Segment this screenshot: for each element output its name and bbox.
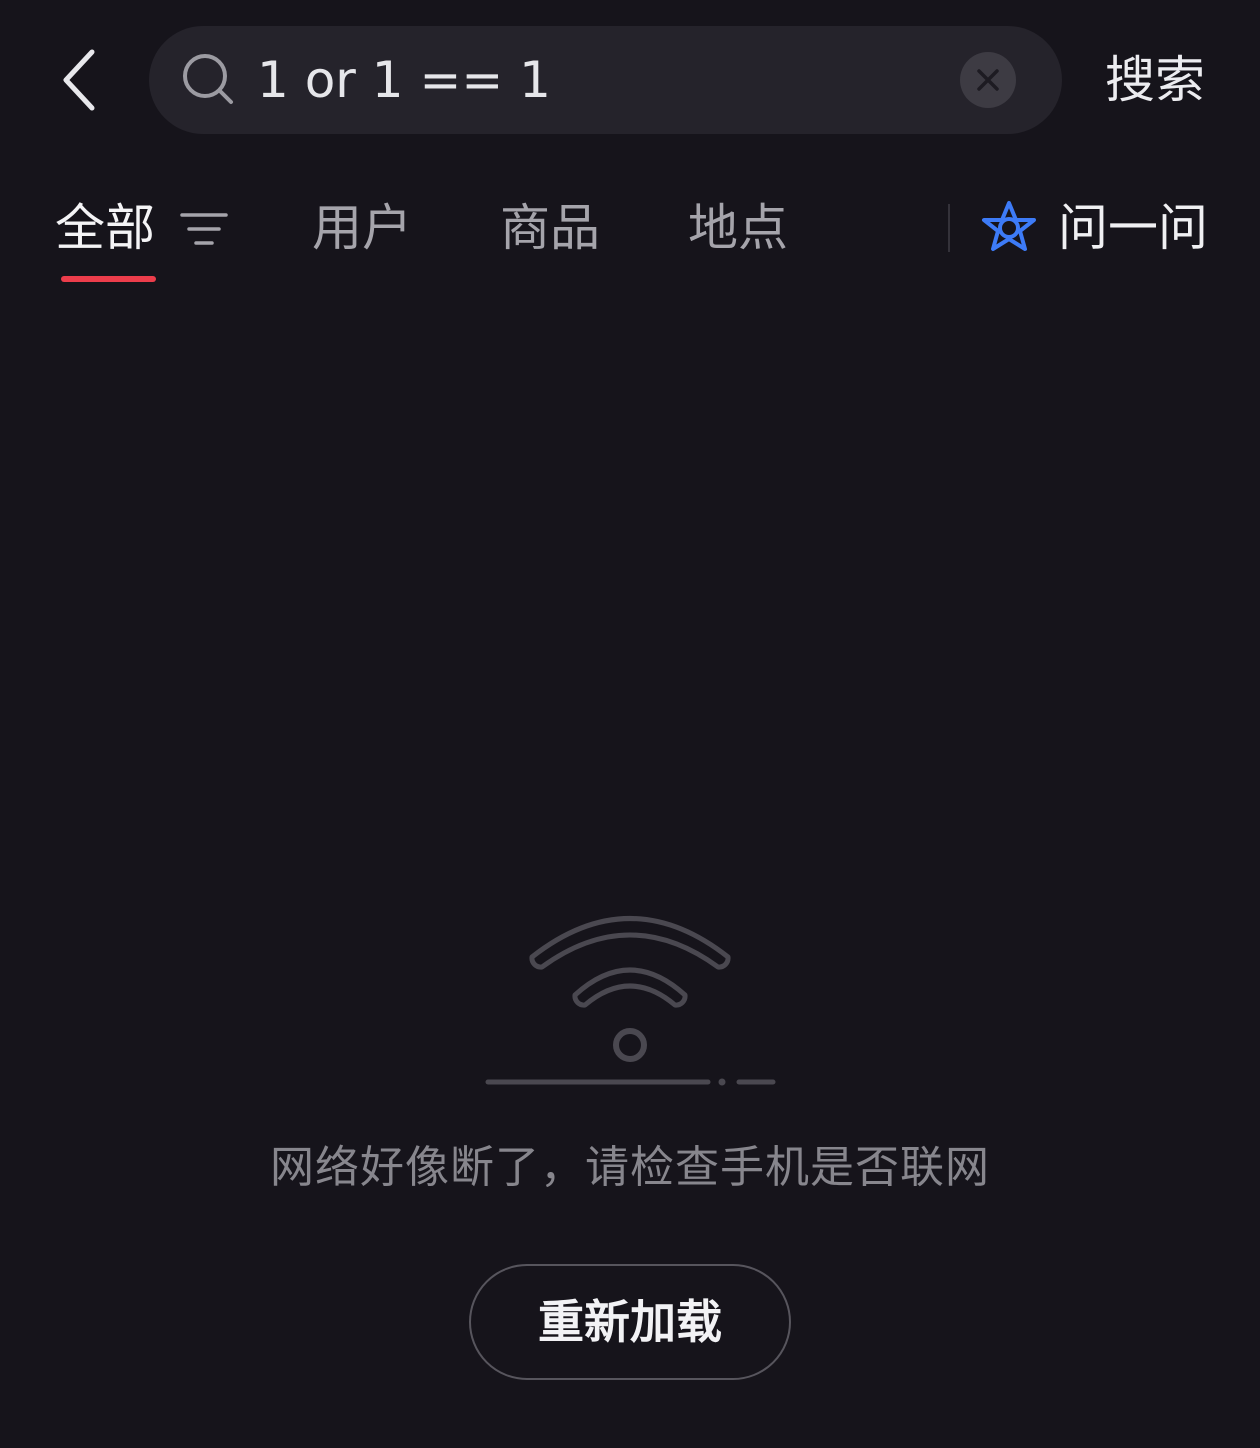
active-tab-indicator bbox=[61, 276, 156, 282]
ask-label: 问一问 bbox=[1058, 199, 1208, 257]
search-bar[interactable] bbox=[149, 26, 1062, 134]
tab-divider bbox=[948, 204, 950, 252]
clear-search-button[interactable] bbox=[960, 52, 1016, 108]
search-input[interactable] bbox=[257, 26, 937, 134]
tab-places[interactable]: 地点 bbox=[688, 190, 788, 266]
search-icon bbox=[183, 54, 233, 104]
wifi-disconnected-icon bbox=[485, 916, 776, 1086]
search-results-page: 搜索 全部 用户 商品 地点 问一问 bbox=[0, 0, 1260, 1448]
ask-button[interactable]: 问一问 bbox=[978, 190, 1213, 266]
tab-all[interactable]: 全部 bbox=[55, 190, 155, 266]
network-error-message: 网络好像断了，请检查手机是否联网 bbox=[270, 1142, 990, 1193]
back-button[interactable] bbox=[50, 40, 110, 120]
filter-icon[interactable] bbox=[180, 207, 228, 251]
tab-products[interactable]: 商品 bbox=[500, 190, 600, 266]
ai-star-icon bbox=[982, 201, 1036, 251]
close-icon bbox=[977, 69, 999, 91]
reload-button[interactable]: 重新加载 bbox=[469, 1264, 791, 1380]
search-button[interactable]: 搜索 bbox=[1100, 40, 1210, 120]
tab-users[interactable]: 用户 bbox=[312, 190, 412, 266]
chevron-left-icon bbox=[63, 49, 95, 111]
